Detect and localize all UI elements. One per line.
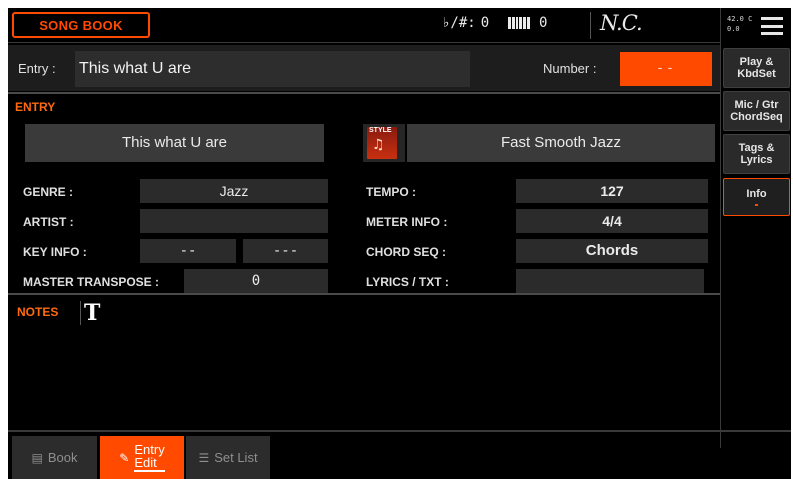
octave-value: 0	[539, 15, 548, 31]
artist-field[interactable]	[140, 209, 328, 233]
tab-info[interactable]: Info	[723, 178, 790, 216]
divider	[8, 293, 720, 295]
notes-area[interactable]	[8, 296, 720, 430]
songbook-panel: SONG BOOK ♭/#: 0 0 N.C. 42.0 C 0.0 Entry…	[8, 8, 791, 479]
tab-label: ChordSeq	[730, 111, 783, 123]
status-area: 42.0 C 0.0	[720, 8, 791, 44]
transpose-value: 0	[480, 15, 490, 31]
style-icon-label: STYLE	[369, 127, 392, 134]
tempo-field[interactable]: 127	[516, 179, 708, 203]
divider	[8, 430, 791, 432]
style-icon[interactable]: STYLE ♫	[363, 124, 405, 162]
entry-section: ENTRY This what U are STYLE ♫ Fast Smoot…	[8, 93, 720, 294]
entry-label: Entry :	[18, 61, 56, 76]
section-title-entry: ENTRY	[15, 100, 56, 114]
screen: SONG BOOK ♭/#: 0 0 N.C. 42.0 C 0.0 Entry…	[0, 0, 793, 479]
master-transpose-field[interactable]: 0	[184, 269, 328, 293]
meter-info-field[interactable]: 4/4	[516, 209, 708, 233]
octave-indicator[interactable]: 0	[508, 15, 547, 31]
meter-info-label: METER INFO :	[366, 215, 448, 229]
chord-indicator: N.C.	[600, 11, 643, 35]
tab-label: Mic / Gtr	[734, 99, 779, 111]
menu-icon[interactable]	[761, 17, 783, 35]
pencil-icon: ✎	[119, 450, 130, 465]
tab-label: KbdSet	[737, 68, 776, 80]
tab-label: Entry Edit	[134, 443, 165, 472]
master-transpose-label: MASTER TRANSPOSE :	[23, 275, 160, 289]
keyboard-icon	[508, 17, 530, 29]
music-note-icon: ♫	[372, 137, 385, 153]
tab-mic-gtr-chordseq[interactable]: Mic / Gtr ChordSeq	[723, 91, 790, 131]
tab-label: Book	[47, 450, 78, 465]
book-icon: ▤	[31, 450, 43, 465]
list-icon: ☰	[198, 450, 210, 465]
tab-label: Tags &	[738, 142, 775, 154]
chord-seq-label: CHORD SEQ :	[366, 245, 447, 259]
tab-set-list[interactable]: ☰ Set List	[186, 436, 270, 479]
transpose-indicator[interactable]: ♭/#: 0	[442, 15, 489, 31]
temperature-value: 42.0 C	[727, 15, 753, 23]
transpose-symbol: ♭/#:	[442, 15, 476, 31]
tempo-label: TEMPO :	[366, 185, 416, 199]
lyrics-txt-field[interactable]	[516, 269, 704, 293]
number-field[interactable]: --	[620, 52, 712, 86]
active-indicator	[755, 204, 758, 206]
tab-label: Set List	[214, 450, 258, 465]
temperature-sub: 0.0	[727, 25, 740, 33]
entry-name-field[interactable]: This what U are	[75, 51, 470, 87]
artist-label: ARTIST :	[23, 215, 74, 229]
genre-field[interactable]: Jazz	[140, 179, 328, 203]
divider	[590, 12, 591, 39]
song-name-button[interactable]: This what U are	[25, 124, 324, 162]
key-info-field[interactable]: --	[140, 239, 236, 263]
tab-label-line2: Edit	[134, 455, 157, 470]
tab-entry-edit[interactable]: ✎ Entry Edit	[100, 436, 184, 479]
top-bar: SONG BOOK ♭/#: 0 0 N.C.	[8, 8, 720, 43]
temperature-readout: 42.0 C 0.0	[727, 14, 752, 34]
tab-label: Lyrics	[740, 154, 773, 166]
style-name-button[interactable]: Fast Smooth Jazz	[407, 124, 715, 162]
lyrics-txt-label: LYRICS / TXT :	[366, 275, 449, 289]
tab-play-kbdset[interactable]: Play & KbdSet	[723, 48, 790, 88]
number-label: Number :	[543, 61, 597, 76]
key-mode-field[interactable]: ---	[243, 239, 328, 263]
chord-seq-field[interactable]: Chords	[516, 239, 708, 263]
side-tabs: Play & KbdSet Mic / Gtr ChordSeq Tags & …	[720, 44, 791, 448]
tab-book[interactable]: ▤ Book	[12, 436, 97, 479]
entry-row: Entry : This what U are Number : --	[8, 45, 720, 91]
tab-label: Info	[746, 188, 767, 200]
page-title[interactable]: SONG BOOK	[12, 12, 150, 38]
tab-tags-lyrics[interactable]: Tags & Lyrics	[723, 134, 790, 174]
key-info-label: KEY INFO :	[23, 245, 87, 259]
text-format-icon[interactable]: T	[80, 301, 104, 325]
tab-label: Play &	[739, 56, 774, 68]
notes-title: NOTES	[17, 305, 59, 319]
genre-label: GENRE :	[23, 185, 74, 199]
